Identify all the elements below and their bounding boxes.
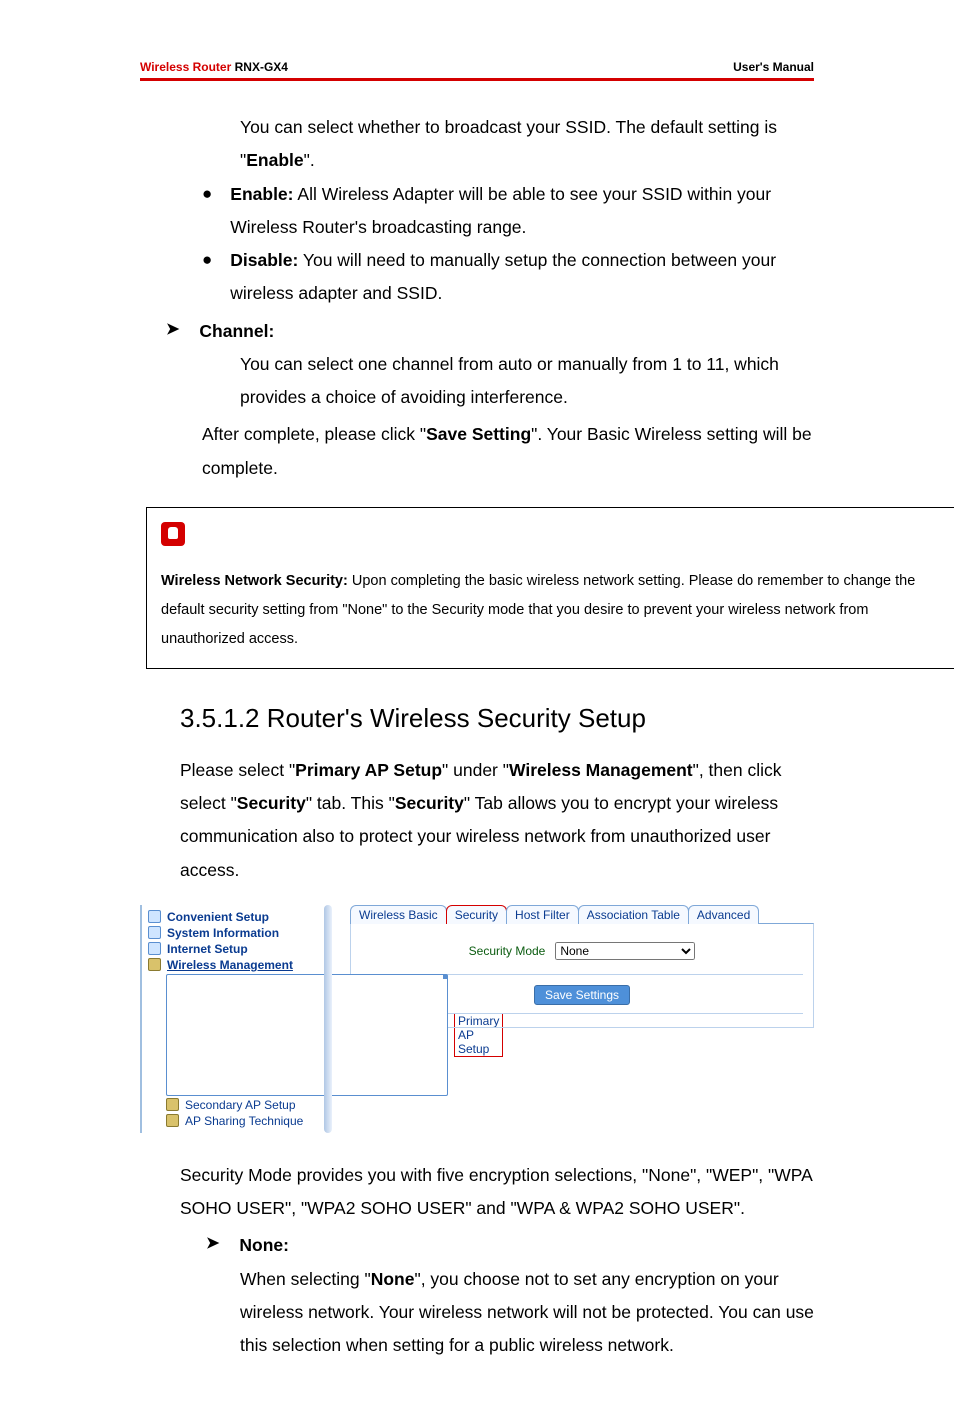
sidebar-item-internet-setup[interactable]: Internet Setup — [148, 941, 310, 957]
folder-icon — [166, 1114, 179, 1127]
product-model: RNX-GX4 — [235, 60, 288, 74]
sidebar-divider — [310, 905, 350, 1133]
folder-open-icon — [148, 958, 161, 971]
none-description: When selecting "None", you choose not to… — [240, 1263, 814, 1363]
enable-item: ● Enable: All Wireless Adapter will be a… — [140, 178, 814, 245]
bullet-icon: ● — [202, 244, 212, 276]
note-content: Wireless Network Security: Upon completi… — [161, 567, 943, 654]
sidebar-item-ap-sharing[interactable]: AP Sharing Technique — [166, 1113, 310, 1129]
arrow-icon: ➤ — [166, 315, 179, 345]
tab-advanced[interactable]: Advanced — [688, 905, 759, 924]
security-mode-row: Security Mode None — [361, 934, 803, 975]
tab-host-filter[interactable]: Host Filter — [506, 905, 579, 924]
folder-icon — [148, 942, 161, 955]
page-icon — [166, 974, 448, 1096]
channel-label: Channel: — [199, 315, 274, 348]
disable-item: ● Disable: You will need to manually set… — [140, 244, 814, 311]
tab-bar: Wireless Basic Security Host Filter Asso… — [350, 905, 814, 924]
stop-hand-icon — [161, 522, 185, 546]
security-mode-select[interactable]: None — [555, 942, 695, 960]
product-prefix: Wireless Router — [140, 60, 231, 74]
router-sidebar: Convenient Setup System Information Inte… — [140, 905, 310, 1133]
arrow-icon: ➤ — [206, 1229, 219, 1259]
security-setup-paragraph: Please select "Primary AP Setup" under "… — [180, 754, 814, 887]
none-item-header: ➤ None: — [180, 1229, 814, 1262]
channel-item: ➤ Channel: — [140, 315, 814, 348]
header-right: User's Manual — [733, 60, 814, 74]
none-label: None: — [239, 1229, 289, 1262]
router-ui-screenshot: Convenient Setup System Information Inte… — [140, 905, 814, 1133]
header-left: Wireless Router RNX-GX4 — [140, 60, 288, 74]
sidebar-item-primary-ap-setup[interactable]: Primary AP Setup — [166, 973, 310, 1097]
disable-label: Disable: — [230, 250, 298, 270]
channel-text: You can select one channel from auto or … — [240, 348, 814, 415]
bullet-icon: ● — [202, 178, 212, 210]
security-note-box: Wireless Network Security: Upon completi… — [146, 507, 954, 669]
page-header: Wireless Router RNX-GX4 User's Manual — [140, 60, 814, 78]
sidebar-item-system-information[interactable]: System Information — [148, 925, 310, 941]
folder-icon — [148, 926, 161, 939]
sidebar-item-convenient-setup[interactable]: Convenient Setup — [148, 909, 310, 925]
enable-text: All Wireless Adapter will be able to see… — [230, 184, 771, 237]
security-mode-label: Security Mode — [469, 944, 546, 958]
enable-label: Enable: — [230, 184, 293, 204]
security-mode-options-text: Security Mode provides you with five enc… — [180, 1159, 814, 1226]
tab-security[interactable]: Security — [446, 905, 507, 924]
header-rule — [140, 78, 814, 81]
section-heading: 3.5.1.2 Router's Wireless Security Setup — [180, 703, 814, 734]
tab-association-table[interactable]: Association Table — [578, 905, 689, 924]
ssid-intro: You can select whether to broadcast your… — [240, 111, 814, 178]
sidebar-item-wireless-management[interactable]: Wireless Management — [148, 957, 310, 973]
folder-icon — [166, 1098, 179, 1111]
tab-wireless-basic[interactable]: Wireless Basic — [350, 905, 447, 924]
after-complete: After complete, please click "Save Setti… — [202, 418, 814, 485]
folder-icon — [148, 910, 161, 923]
disable-text: You will need to manually setup the conn… — [230, 250, 776, 303]
sidebar-item-secondary-ap-setup[interactable]: Secondary AP Setup — [166, 1097, 310, 1113]
save-settings-button[interactable]: Save Settings — [534, 985, 630, 1005]
